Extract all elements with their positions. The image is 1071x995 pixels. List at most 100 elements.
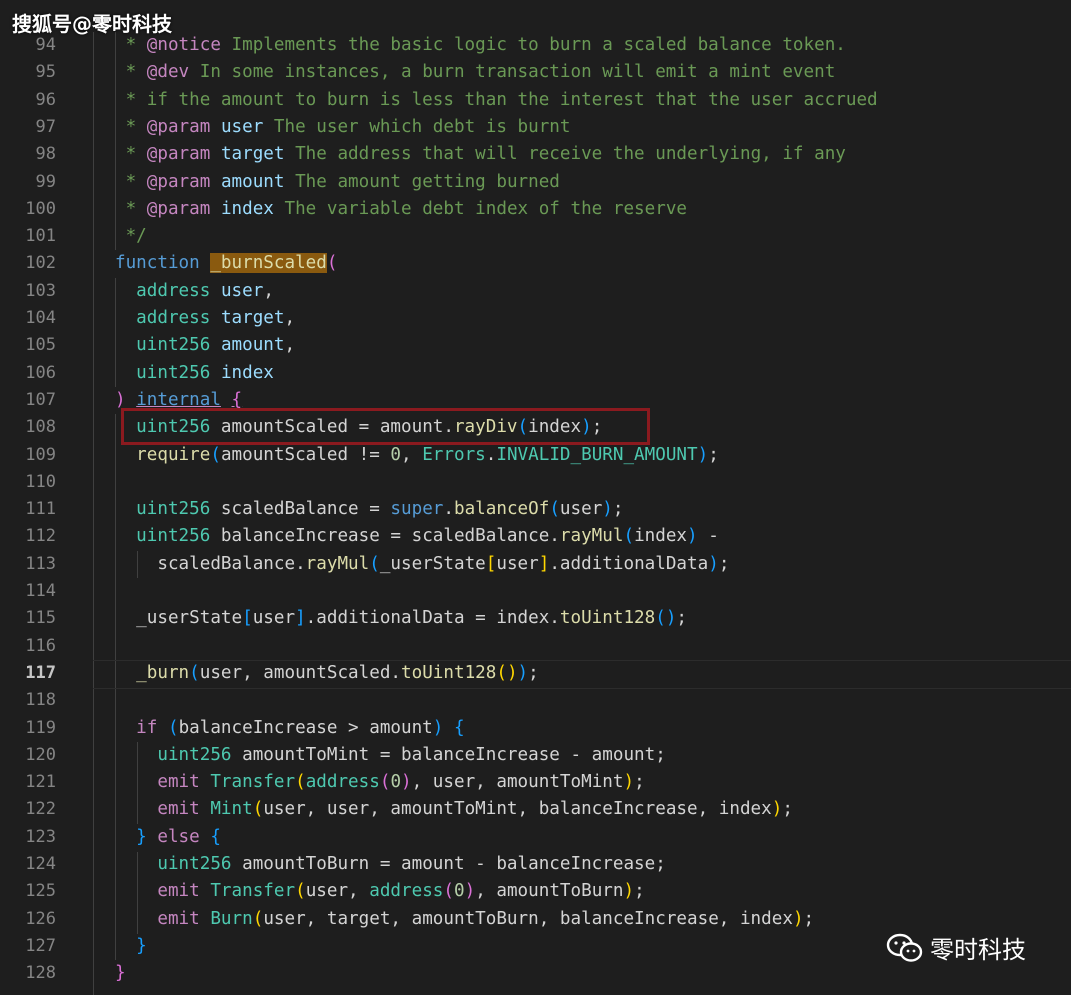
code-line[interactable]: 123 } else { bbox=[0, 824, 1071, 851]
line-number: 127 bbox=[25, 935, 56, 956]
code-token: balanceOf bbox=[453, 499, 550, 520]
code-line[interactable]: 122 emit Mint(user, user, amountToMint, … bbox=[0, 796, 1071, 823]
code-token: ( bbox=[252, 799, 264, 820]
wechat-icon bbox=[886, 933, 923, 962]
code-line[interactable]: 103 address user, bbox=[0, 278, 1071, 305]
code-token: , bbox=[401, 444, 423, 465]
line-number: 100 bbox=[25, 198, 56, 219]
code-text: emit Transfer(address(0), user, amountTo… bbox=[115, 769, 644, 796]
code-token: .additionalData bbox=[549, 553, 709, 574]
code-token: amountToMint = balanceIncrease - amount; bbox=[231, 744, 666, 765]
line-number: 126 bbox=[25, 908, 56, 929]
code-token: uint256 bbox=[115, 854, 232, 874]
code-token: Burn bbox=[210, 908, 253, 929]
code-token: user bbox=[220, 280, 264, 301]
code-token: The address that will receive the underl… bbox=[284, 144, 846, 165]
code-line[interactable]: 118 bbox=[0, 687, 1071, 714]
code-text: uint256 amountToMint = balanceIncrease -… bbox=[115, 742, 666, 769]
code-line[interactable]: 96 * if the amount to burn is less than … bbox=[0, 87, 1071, 114]
code-token: _burnScaled bbox=[210, 253, 327, 274]
code-text: function _burnScaled( bbox=[115, 250, 337, 277]
code-line[interactable]: 114 bbox=[0, 578, 1071, 605]
code-text: * @param amount The amount getting burne… bbox=[115, 169, 560, 196]
code-token: ) bbox=[697, 444, 709, 465]
code-line[interactable]: 98 * @param target The address that will… bbox=[0, 141, 1071, 168]
code-token: address bbox=[305, 772, 380, 793]
code-line[interactable]: 100 * @param index The variable debt ind… bbox=[0, 196, 1071, 223]
code-token: _burn bbox=[115, 662, 190, 683]
code-line[interactable]: 110 bbox=[0, 469, 1071, 496]
code-token: ; bbox=[676, 608, 688, 629]
code-token: Errors bbox=[422, 444, 486, 465]
code-token: { bbox=[231, 389, 243, 410]
code-editor[interactable]: 94 * @notice Implements the basic logic … bbox=[0, 32, 1071, 995]
code-token: toUint128 bbox=[401, 662, 497, 683]
code-text: if (balanceIncrease > amount) { bbox=[115, 715, 464, 742]
code-token: user, amountScaled. bbox=[199, 662, 402, 683]
code-text: } else { bbox=[115, 824, 221, 851]
code-text: _userState[user].additionalData = index.… bbox=[115, 605, 687, 632]
line-number: 118 bbox=[25, 690, 56, 711]
line-number: 120 bbox=[25, 744, 56, 765]
code-token: 0 bbox=[454, 881, 465, 902]
code-token: emit bbox=[115, 908, 200, 929]
line-number: 116 bbox=[25, 635, 56, 656]
code-line[interactable]: 126 emit Burn(user, target, amountToBurn… bbox=[0, 906, 1071, 933]
code-line[interactable]: 117 _burn(user, amountScaled.toUint128()… bbox=[0, 660, 1071, 687]
code-token: amount bbox=[220, 335, 285, 356]
code-token: * bbox=[115, 62, 147, 83]
code-line[interactable]: 116 bbox=[0, 633, 1071, 660]
code-token: scaledBalance = bbox=[210, 499, 391, 520]
code-token: @param bbox=[146, 198, 211, 219]
code-line[interactable]: 106 uint256 index bbox=[0, 360, 1071, 387]
code-line[interactable]: 111 uint256 scaledBalance = super.balanc… bbox=[0, 496, 1071, 523]
code-token: ] bbox=[295, 608, 306, 629]
code-token: amount bbox=[220, 171, 285, 192]
code-line[interactable]: 120 uint256 amountToMint = balanceIncrea… bbox=[0, 742, 1071, 769]
code-line[interactable]: 105 uint256 amount, bbox=[0, 332, 1071, 359]
code-token: ( bbox=[295, 881, 306, 902]
code-line[interactable]: 97 * @param user The user which debt is … bbox=[0, 114, 1071, 141]
code-text: scaledBalance.rayMul(_userState[user].ad… bbox=[115, 551, 729, 578]
code-token: Transfer bbox=[210, 772, 296, 793]
code-token: The user which debt is burnt bbox=[263, 116, 571, 137]
code-token: address bbox=[115, 308, 211, 328]
code-token: ( bbox=[549, 499, 560, 520]
code-line[interactable]: 104 address target, bbox=[0, 305, 1071, 332]
code-text: uint256 amountToBurn = amount - balanceI… bbox=[115, 851, 665, 878]
code-token: ) bbox=[401, 772, 412, 793]
code-line[interactable]: 115 _userState[user].additionalData = in… bbox=[0, 605, 1071, 632]
code-line[interactable]: 121 emit Transfer(address(0), user, amou… bbox=[0, 769, 1071, 796]
code-token: address bbox=[115, 280, 211, 301]
code-text: * @dev In some instances, a burn transac… bbox=[115, 59, 836, 86]
code-token: . bbox=[485, 444, 497, 465]
code-token: internal bbox=[136, 389, 221, 410]
code-line[interactable]: 119 if (balanceIncrease > amount) { bbox=[0, 715, 1071, 742]
code-line[interactable]: 125 emit Transfer(user, address(0), amou… bbox=[0, 878, 1071, 905]
line-number: 115 bbox=[25, 608, 56, 629]
code-token: index bbox=[220, 362, 274, 383]
code-line[interactable]: 101 */ bbox=[0, 223, 1071, 250]
code-token: } bbox=[115, 963, 126, 984]
code-line[interactable]: 95 * @dev In some instances, a burn tran… bbox=[0, 59, 1071, 86]
code-line[interactable]: 102 function _burnScaled( bbox=[0, 250, 1071, 277]
code-line[interactable]: 124 uint256 amountToBurn = amount - bala… bbox=[0, 851, 1071, 878]
code-text: require(amountScaled != 0, Errors.INVALI… bbox=[115, 442, 719, 469]
code-token: ( bbox=[369, 553, 380, 574]
code-token: rayMul bbox=[559, 526, 624, 547]
watermark-bottom-right: 零时科技 bbox=[886, 930, 1026, 965]
code-token: index bbox=[220, 198, 274, 219]
code-token: ( bbox=[623, 526, 635, 547]
line-number: 103 bbox=[25, 280, 56, 301]
code-token: .additionalData = index. bbox=[305, 608, 560, 629]
code-line[interactable]: 113 scaledBalance.rayMul(_userState[user… bbox=[0, 551, 1071, 578]
code-token: () bbox=[655, 608, 677, 629]
code-line[interactable]: 109 require(amountScaled != 0, Errors.IN… bbox=[0, 442, 1071, 469]
code-line[interactable]: 99 * @param amount The amount getting bu… bbox=[0, 169, 1071, 196]
code-line[interactable]: 112 uint256 balanceIncrease = scaledBala… bbox=[0, 523, 1071, 550]
